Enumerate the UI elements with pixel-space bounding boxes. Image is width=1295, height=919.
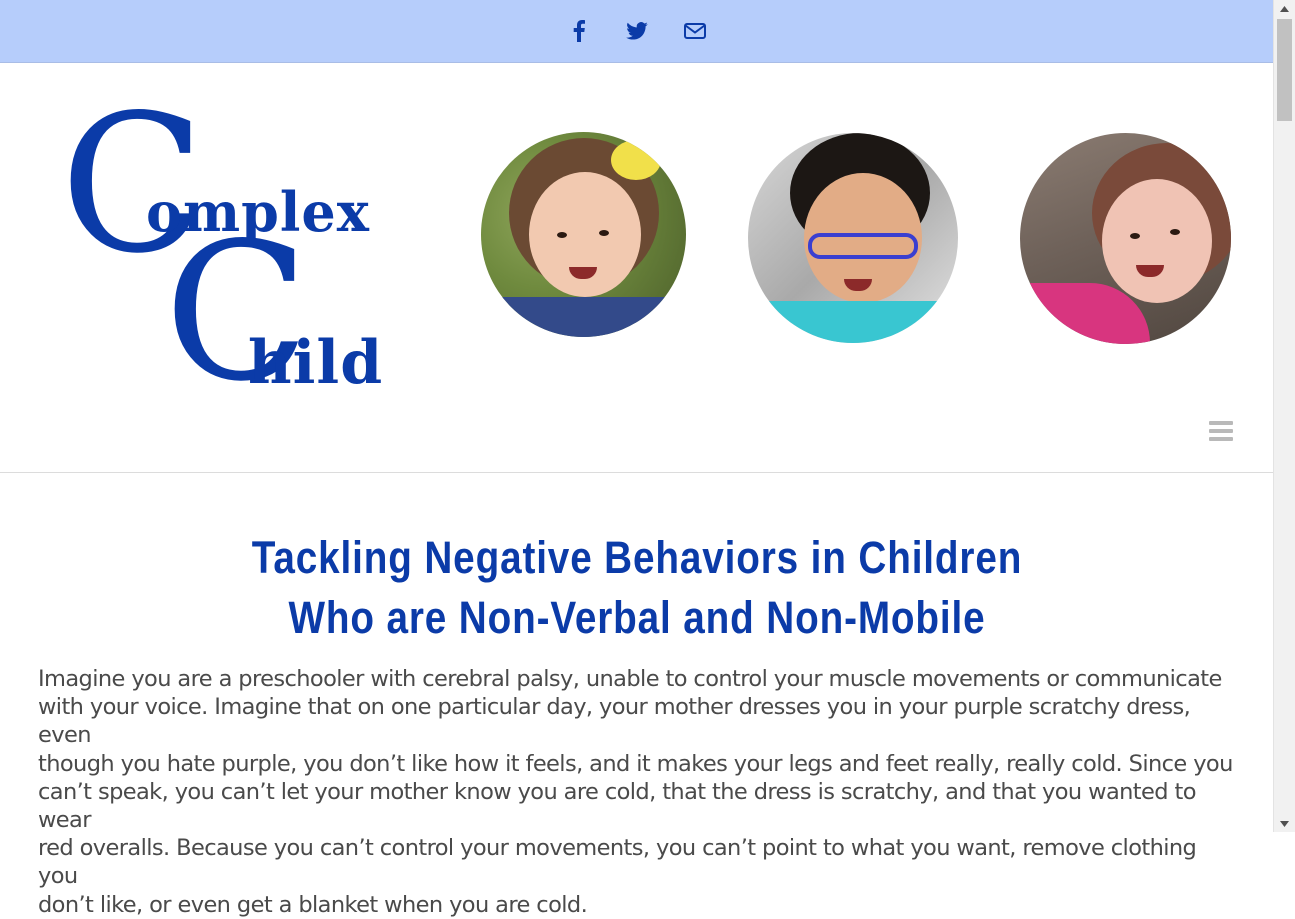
logo-word-child: hild: [248, 328, 384, 398]
article-paragraph: Imagine you are a preschooler with cereb…: [38, 665, 1238, 919]
vertical-scrollbar[interactable]: [1273, 0, 1295, 832]
facebook-icon[interactable]: [568, 20, 590, 42]
child-photo-3: [1020, 133, 1231, 344]
article-title-line-2: Who are Non-Verbal and Non-Mobile: [288, 592, 986, 643]
scrollbar-thumb[interactable]: [1277, 19, 1292, 121]
paragraph-line: can’t speak, you can’t let your mother k…: [38, 778, 1196, 834]
article-title: Tackling Negative Behaviors in Children …: [89, 528, 1185, 648]
paragraph-line: Imagine you are a preschooler with cereb…: [38, 666, 1222, 692]
complex-child-logo[interactable]: C omplex C hild: [60, 90, 420, 408]
scroll-up-arrow-icon[interactable]: [1274, 0, 1295, 17]
top-social-bar: [0, 0, 1274, 63]
twitter-icon[interactable]: [626, 20, 648, 42]
paragraph-line: red overalls. Because you can’t control …: [38, 835, 1197, 890]
site-header: C omplex C hild: [0, 63, 1274, 473]
article-title-line-1: Tackling Negative Behaviors in Children: [251, 532, 1023, 583]
paragraph-line: though you hate purple, you don’t like h…: [38, 750, 1233, 777]
scroll-down-arrow-icon[interactable]: [1274, 815, 1295, 832]
email-icon[interactable]: [684, 20, 706, 42]
child-photo-1: [481, 132, 686, 337]
paragraph-line: with your voice. Imagine that on one par…: [38, 694, 1191, 749]
child-photo-2: [748, 133, 958, 343]
paragraph-line: don’t like, or even get a blanket when y…: [38, 891, 588, 918]
hamburger-menu-icon[interactable]: [1209, 421, 1233, 443]
